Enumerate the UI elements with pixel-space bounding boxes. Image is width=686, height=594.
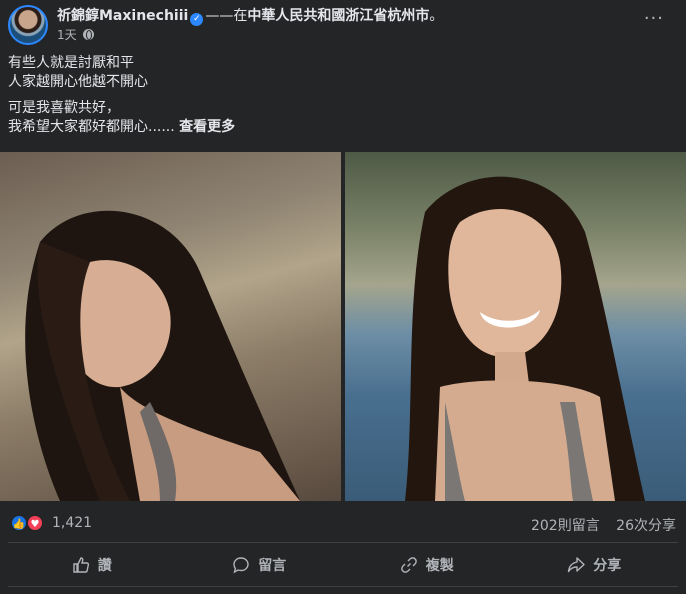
copy-icon bbox=[400, 557, 417, 573]
divider bbox=[8, 586, 678, 587]
share-label: 分享 bbox=[593, 558, 622, 574]
comment-label: 留言 bbox=[258, 558, 287, 574]
location-suffix: 。 bbox=[429, 8, 444, 24]
like-button[interactable]: 讚 bbox=[8, 547, 176, 583]
text-line: 可是我喜歡共好， bbox=[8, 100, 120, 116]
text-line: 人家越開心他越不開心 bbox=[8, 74, 148, 90]
location-link[interactable]: 中華人民共和國浙江省杭州市 bbox=[247, 8, 429, 24]
post-stats: 202則留言 26次分享 bbox=[531, 515, 676, 535]
action-bar: 讚 留言 複製 分享 bbox=[8, 547, 678, 583]
copy-label: 複製 bbox=[425, 558, 454, 574]
post-header: 祈錦錞Maxinechiii ✓ ——在中華人民共和國浙江省杭州市。 1天 ··· bbox=[0, 0, 686, 48]
more-icon[interactable]: ··· bbox=[644, 8, 664, 29]
author-line: 祈錦錞Maxinechiii ✓ ——在中華人民共和國浙江省杭州市。 bbox=[57, 5, 443, 26]
reaction-count[interactable]: 1,421 bbox=[52, 515, 92, 531]
share-icon bbox=[568, 557, 585, 573]
post-time[interactable]: 1天 bbox=[57, 28, 77, 42]
share-button[interactable]: 分享 bbox=[511, 547, 679, 583]
author-name[interactable]: 祈錦錞Maxinechiii bbox=[57, 8, 188, 24]
comment-button[interactable]: 留言 bbox=[176, 547, 344, 583]
see-more-link[interactable]: 查看更多 bbox=[179, 119, 235, 135]
photo-right[interactable] bbox=[345, 152, 686, 501]
photo-right-figure bbox=[405, 176, 645, 501]
like-label: 讚 bbox=[97, 558, 112, 574]
avatar[interactable] bbox=[8, 5, 48, 45]
copy-button[interactable]: 複製 bbox=[343, 547, 511, 583]
post-text: 有些人就是討厭和平 人家越開心他越不開心 可是我喜歡共好， 我希望大家都好都開心… bbox=[8, 54, 235, 144]
photo-left-figure bbox=[25, 210, 301, 501]
divider bbox=[8, 542, 678, 543]
comment-icon bbox=[233, 557, 249, 574]
verified-icon: ✓ bbox=[190, 13, 204, 26]
text-line: 我希望大家都好都開心...... bbox=[8, 119, 175, 135]
location-prefix: ——在 bbox=[205, 8, 248, 24]
text-line: 有些人就是討厭和平 bbox=[8, 55, 134, 71]
comments-count[interactable]: 202則留言 bbox=[531, 518, 600, 534]
like-icon bbox=[73, 557, 89, 573]
globe-icon bbox=[83, 29, 95, 40]
photo-left[interactable] bbox=[0, 152, 341, 501]
shares-count[interactable]: 26次分享 bbox=[616, 518, 676, 534]
love-reaction-icon: ♥ bbox=[26, 514, 44, 532]
post-meta: 1天 bbox=[57, 26, 95, 43]
